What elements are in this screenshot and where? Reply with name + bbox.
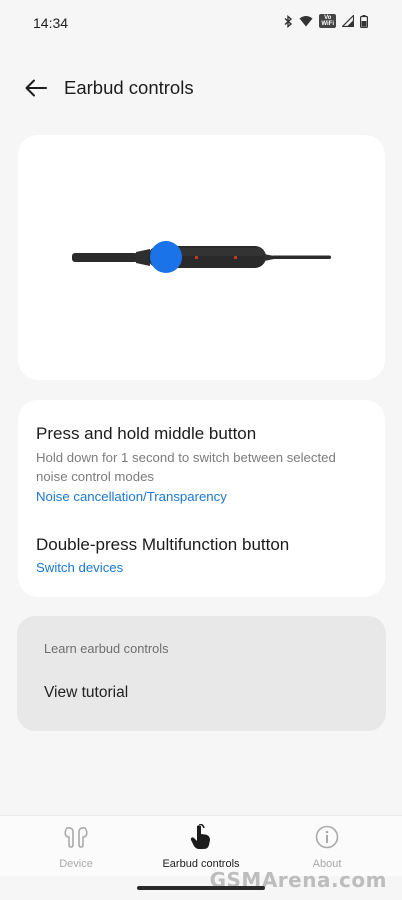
signal-icon — [342, 15, 354, 27]
controls-card: Press and hold middle button Hold down f… — [18, 400, 385, 597]
touch-icon — [188, 824, 214, 850]
control-title-double-press: Double-press Multifunction button — [36, 535, 290, 554]
bottom-navigation: Device Earbud controls About — [0, 815, 402, 876]
wifi-icon — [299, 16, 313, 27]
bluetooth-icon — [284, 14, 293, 28]
noise-control-mode-link[interactable]: Noise cancellation/Transparency — [36, 489, 227, 504]
status-icons: Vo WiFi — [283, 14, 368, 28]
control-title-hold: Press and hold middle button — [36, 424, 257, 443]
info-icon — [314, 824, 340, 850]
switch-devices-link[interactable]: Switch devices — [36, 560, 123, 575]
battery-icon — [360, 14, 368, 28]
learn-header: Learn earbud controls — [44, 641, 169, 656]
nav-device-label: Device — [59, 858, 93, 870]
control-description-hold: Hold down for 1 second to switch between… — [36, 450, 336, 484]
vowifi-bottom: WiFi — [321, 21, 334, 27]
nav-about[interactable]: About — [267, 824, 387, 874]
nav-device[interactable]: Device — [16, 824, 136, 874]
gesture-bar[interactable] — [137, 886, 265, 890]
earbud-remote-illustration — [72, 241, 331, 273]
illustration-card — [18, 135, 385, 380]
vowifi-icon: Vo WiFi — [319, 14, 336, 28]
page-title: Earbud controls — [64, 77, 194, 98]
nav-earbud-controls[interactable]: Earbud controls — [141, 824, 261, 874]
learn-card: Learn earbud controls View tutorial — [17, 616, 386, 731]
earbuds-icon — [63, 824, 89, 850]
status-bar: 14:34 Vo WiFi — [0, 0, 402, 46]
status-time: 14:34 — [33, 15, 69, 31]
view-tutorial-item[interactable]: View tutorial — [44, 684, 128, 702]
app-bar: Earbud controls — [0, 62, 402, 114]
arrow-left-icon — [25, 79, 47, 97]
back-button[interactable] — [18, 74, 54, 102]
